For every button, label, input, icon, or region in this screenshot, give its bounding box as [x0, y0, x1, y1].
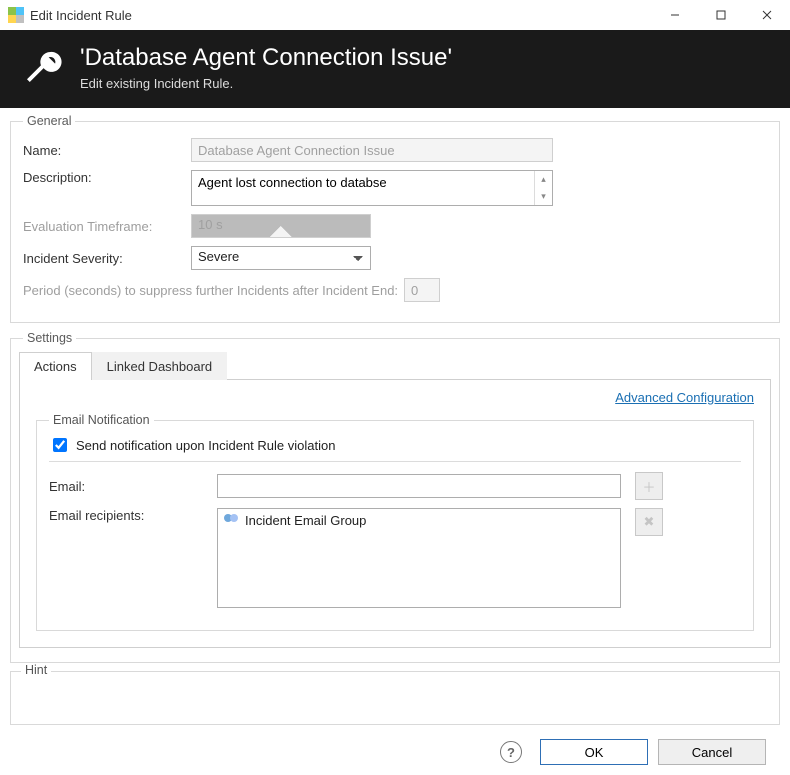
remove-recipient-button[interactable]: ✖: [635, 508, 663, 536]
name-input[interactable]: [191, 138, 553, 162]
email-notification-group: Email Notification Send notification upo…: [36, 413, 754, 631]
send-notification-label: Send notification upon Incident Rule vio…: [76, 438, 335, 453]
email-input[interactable]: [217, 474, 621, 498]
settings-legend: Settings: [23, 331, 76, 345]
suppress-period-input: [404, 278, 440, 302]
settings-tabs: Actions Linked Dashboard: [19, 351, 771, 380]
tab-linked-dashboard[interactable]: Linked Dashboard: [92, 352, 228, 380]
evaluation-timeframe-select: 10 s: [191, 214, 371, 238]
window-close-button[interactable]: [744, 0, 790, 30]
window-maximize-button[interactable]: [698, 0, 744, 30]
list-item[interactable]: Incident Email Group: [224, 513, 614, 528]
hint-group: Hint: [10, 671, 780, 725]
recipient-name: Incident Email Group: [245, 513, 366, 528]
window-minimize-button[interactable]: [652, 0, 698, 30]
general-legend: General: [23, 114, 75, 128]
incident-severity-label: Incident Severity:: [23, 251, 185, 266]
window-title: Edit Incident Rule: [30, 8, 132, 23]
send-notification-checkbox[interactable]: [53, 438, 67, 452]
description-input[interactable]: [192, 171, 534, 205]
dialog-footer: ? OK Cancel: [10, 733, 780, 767]
email-recipients-list[interactable]: Incident Email Group: [217, 508, 621, 608]
delete-icon: ✖: [644, 514, 655, 530]
page-title: 'Database Agent Connection Issue': [80, 44, 452, 72]
email-recipients-label: Email recipients:: [49, 508, 211, 523]
email-notification-legend: Email Notification: [49, 413, 154, 427]
evaluation-timeframe-label: Evaluation Timeframe:: [23, 219, 185, 234]
separator: [49, 461, 741, 462]
page-subtitle: Edit existing Incident Rule.: [80, 76, 452, 91]
name-label: Name:: [23, 143, 185, 158]
email-label: Email:: [49, 479, 211, 494]
chevron-up-icon[interactable]: ▴: [535, 171, 552, 188]
settings-group: Settings Actions Linked Dashboard Advanc…: [10, 331, 780, 663]
tab-actions-body: Advanced Configuration Email Notificatio…: [19, 380, 771, 648]
advanced-configuration-link[interactable]: Advanced Configuration: [615, 390, 754, 405]
chevron-down-icon[interactable]: ▾: [535, 188, 552, 205]
suppress-period-label: Period (seconds) to suppress further Inc…: [23, 283, 398, 298]
group-icon: [224, 514, 240, 528]
app-icon: [8, 7, 24, 23]
titlebar: Edit Incident Rule: [0, 0, 790, 30]
hint-legend: Hint: [21, 663, 51, 677]
incident-severity-select[interactable]: Severe: [191, 246, 371, 270]
add-email-button[interactable]: ＋: [635, 472, 663, 500]
description-spinner[interactable]: ▴ ▾: [534, 171, 552, 205]
header-band: 'Database Agent Connection Issue' Edit e…: [0, 30, 790, 108]
tab-actions[interactable]: Actions: [19, 352, 92, 380]
plus-icon: ＋: [642, 477, 655, 496]
cancel-button[interactable]: Cancel: [658, 739, 766, 765]
description-label: Description:: [23, 170, 185, 185]
ok-button[interactable]: OK: [540, 739, 648, 765]
description-wrapper: ▴ ▾: [191, 170, 553, 206]
wrench-icon: [22, 47, 62, 87]
general-group: General Name: Description: ▴ ▾ Evaluatio…: [10, 114, 780, 323]
help-icon[interactable]: ?: [500, 741, 522, 763]
